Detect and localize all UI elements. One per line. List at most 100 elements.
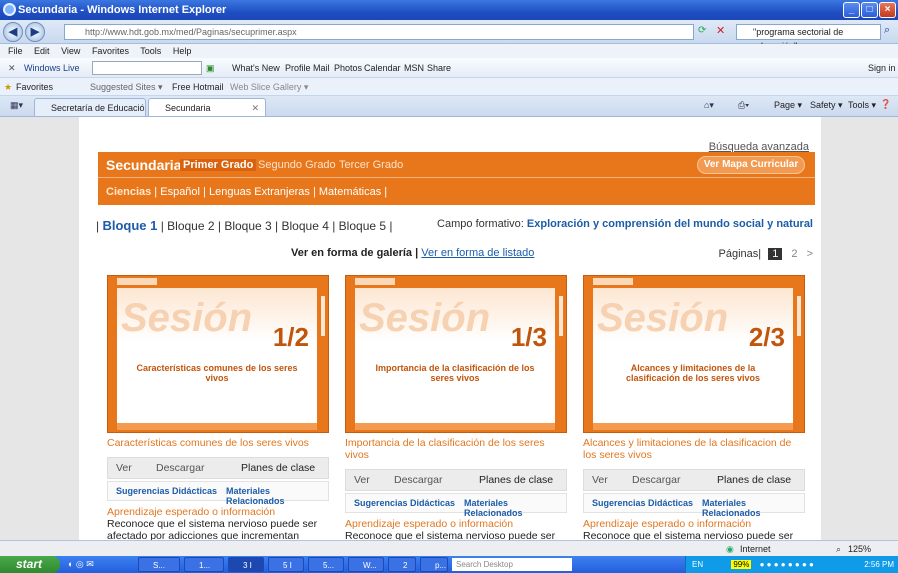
- minimize-button[interactable]: _: [843, 2, 860, 18]
- windows-live-search-input[interactable]: [92, 61, 202, 75]
- bloque-5[interactable]: Bloque 5: [339, 219, 386, 233]
- campo-value[interactable]: Exploración y comprensión del mundo soci…: [527, 218, 813, 230]
- taskbar-item[interactable]: 5...: [308, 557, 344, 572]
- menu-file[interactable]: File: [8, 46, 23, 56]
- wl-link-profile[interactable]: Profile: [285, 58, 311, 78]
- taskbar-item[interactable]: W...: [348, 557, 384, 572]
- view-gallery[interactable]: Ver en forma de galería: [291, 247, 412, 259]
- windows-live-brand[interactable]: Windows Live: [24, 58, 80, 78]
- descargar-button[interactable]: Descargar: [394, 474, 442, 486]
- wl-link-share[interactable]: Share: [427, 58, 451, 78]
- help-icon[interactable]: ❓: [880, 99, 891, 110]
- refresh-icon[interactable]: ⟳: [698, 25, 706, 36]
- print-icon[interactable]: ⎙▾: [738, 100, 749, 111]
- tab-secretaria[interactable]: Secretaría de Educación Públi...: [34, 98, 146, 116]
- desktop-search-input[interactable]: Search Desktop: [452, 558, 572, 571]
- grade-primer[interactable]: Primer Grado: [180, 159, 257, 171]
- planes-button[interactable]: Planes de clase: [479, 474, 553, 486]
- card-title[interactable]: Alcances y limitaciones de la clasificac…: [583, 437, 805, 461]
- cmd-page[interactable]: Page ▾: [774, 100, 802, 111]
- grade-segundo[interactable]: Segundo Grado: [258, 159, 336, 171]
- home-icon[interactable]: ⌂▾: [704, 100, 714, 111]
- quick-tabs-icon[interactable]: ▦▾: [10, 100, 23, 111]
- tray-icons[interactable]: ● ● ● ● ● ● ● ●: [760, 560, 814, 569]
- close-toolbar-icon[interactable]: ✕: [8, 58, 16, 78]
- taskbar-item[interactable]: p...: [420, 557, 448, 572]
- address-input[interactable]: http://www.hdt.gob.mx/med/Paginas/secupr…: [64, 24, 694, 40]
- bloque-4[interactable]: Bloque 4: [282, 219, 329, 233]
- taskbar-item[interactable]: 1...: [184, 557, 224, 572]
- favorites-label[interactable]: Favorites: [16, 78, 53, 96]
- session-thumbnail[interactable]: Sesión 1/2 Características comunes de lo…: [107, 275, 329, 433]
- planes-button[interactable]: Planes de clase: [717, 474, 791, 486]
- battery-indicator[interactable]: 99%: [731, 560, 752, 569]
- subject-espanol[interactable]: Español: [160, 186, 200, 198]
- menu-favorites[interactable]: Favorites: [92, 46, 129, 56]
- search-icon[interactable]: ⌕: [884, 24, 890, 37]
- descargar-button[interactable]: Descargar: [632, 474, 680, 486]
- materiales-link[interactable]: Materiales Relacionados: [464, 498, 566, 518]
- grade-tercer[interactable]: Tercer Grado: [339, 159, 403, 171]
- menu-edit[interactable]: Edit: [34, 46, 50, 56]
- wl-link-calendar[interactable]: Calendar: [364, 58, 401, 78]
- ver-button[interactable]: Ver: [354, 474, 370, 486]
- wl-link-whatsnew[interactable]: What's New: [232, 58, 280, 78]
- session-thumbnail[interactable]: Sesión 2/3 Alcances y limitaciones de la…: [583, 275, 805, 433]
- cmd-safety[interactable]: Safety ▾: [810, 100, 843, 111]
- tab-close-icon[interactable]: ✕: [251, 99, 259, 116]
- search-go-icon[interactable]: ▣: [206, 58, 215, 78]
- close-button[interactable]: ×: [879, 2, 896, 18]
- page-1[interactable]: 1: [768, 248, 783, 260]
- zoom-icon[interactable]: ⌕: [836, 541, 841, 557]
- zoom-level[interactable]: 125%: [848, 541, 871, 557]
- wl-link-photos[interactable]: Photos: [334, 58, 362, 78]
- taskbar-item[interactable]: 2: [388, 557, 416, 572]
- start-button[interactable]: start: [0, 556, 60, 573]
- card-title[interactable]: Características comunes de los seres viv…: [107, 437, 329, 449]
- card-title[interactable]: Importancia de la clasificación de los s…: [345, 437, 567, 461]
- descargar-button[interactable]: Descargar: [156, 462, 204, 474]
- taskbar-item[interactable]: 5 I: [268, 557, 304, 572]
- brand-secundaria[interactable]: Secundaria: [106, 157, 181, 173]
- maximize-button[interactable]: □: [861, 2, 878, 18]
- favorites-star-icon[interactable]: ★: [4, 78, 12, 96]
- back-button[interactable]: ◀: [3, 22, 23, 42]
- clock[interactable]: 2:56 PM: [864, 556, 894, 573]
- fav-free-hotmail[interactable]: Free Hotmail: [172, 78, 224, 96]
- ver-button[interactable]: Ver: [116, 462, 132, 474]
- menu-view[interactable]: View: [61, 46, 80, 56]
- sugerencias-link[interactable]: Sugerencias Didácticas: [592, 498, 693, 508]
- taskbar-item[interactable]: 3 I: [228, 557, 264, 572]
- subject-ciencias[interactable]: Ciencias: [106, 186, 151, 198]
- bloque-2[interactable]: Bloque 2: [167, 219, 214, 233]
- wl-link-msn[interactable]: MSN: [404, 58, 424, 78]
- bloque-3[interactable]: Bloque 3: [224, 219, 271, 233]
- page-next[interactable]: >: [807, 248, 813, 260]
- forward-button[interactable]: ▶: [25, 22, 45, 42]
- stop-icon[interactable]: ✕: [716, 24, 725, 37]
- search-input[interactable]: "programa sectorial de educación": [736, 24, 881, 51]
- fav-web-slice-gallery[interactable]: Web Slice Gallery ▾: [230, 78, 308, 96]
- tab-secundaria[interactable]: Secundaria ✕: [148, 98, 266, 116]
- planes-button[interactable]: Planes de clase: [241, 462, 315, 474]
- quick-launch-icons[interactable]: ◐ ◎ ✉: [68, 556, 94, 573]
- cmd-tools[interactable]: Tools ▾: [848, 100, 876, 111]
- sugerencias-link[interactable]: Sugerencias Didácticas: [354, 498, 455, 508]
- curricular-map-button[interactable]: Ver Mapa Curricular: [697, 156, 805, 174]
- taskbar-item[interactable]: S...: [138, 557, 180, 572]
- fav-suggested-sites[interactable]: Suggested Sites ▾: [90, 78, 163, 96]
- subject-matematicas[interactable]: Matemáticas: [319, 186, 381, 198]
- signin-link[interactable]: Sign in: [868, 58, 896, 78]
- sugerencias-link[interactable]: Sugerencias Didácticas: [116, 486, 217, 496]
- page-2[interactable]: 2: [791, 248, 797, 260]
- subject-lenguas[interactable]: Lenguas Extranjeras: [209, 186, 310, 198]
- ver-button[interactable]: Ver: [592, 474, 608, 486]
- view-list-link[interactable]: Ver en forma de listado: [421, 247, 534, 259]
- materiales-link[interactable]: Materiales Relacionados: [702, 498, 804, 518]
- materiales-link[interactable]: Materiales Relacionados: [226, 486, 328, 506]
- wl-link-mail[interactable]: Mail: [313, 58, 330, 78]
- language-indicator[interactable]: EN: [692, 560, 703, 569]
- menu-help[interactable]: Help: [173, 46, 192, 56]
- session-thumbnail[interactable]: Sesión 1/3 Importancia de la clasificaci…: [345, 275, 567, 433]
- menu-tools[interactable]: Tools: [140, 46, 161, 56]
